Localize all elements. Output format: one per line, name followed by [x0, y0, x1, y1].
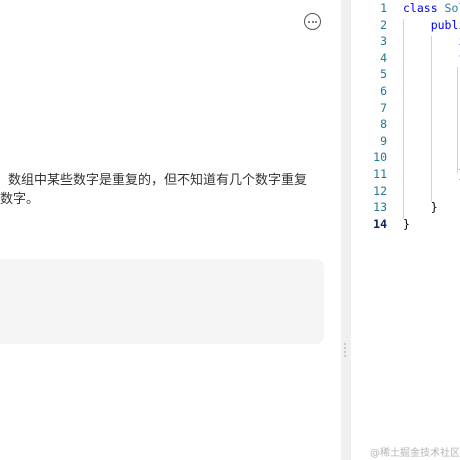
example-block [0, 259, 324, 344]
code-line[interactable] [403, 133, 460, 150]
line-number: 7 [380, 100, 387, 115]
code-token: f [403, 50, 460, 65]
dot [311, 20, 314, 23]
code-line[interactable]: i [403, 33, 460, 50]
code-editor[interactable]: 1234567891011121314 class Sol publi i f … [351, 0, 460, 460]
drag-handle-icon[interactable] [344, 343, 347, 357]
line-number: 10 [373, 150, 387, 165]
code-token: } [403, 166, 460, 181]
line-number: 3 [380, 34, 387, 49]
code-line[interactable] [403, 149, 460, 166]
code-token: class [403, 1, 445, 15]
line-number: 2 [380, 17, 387, 32]
code-token: } [403, 216, 410, 231]
pane-divider[interactable] [341, 0, 351, 460]
dot [344, 347, 346, 349]
line-number: 9 [380, 133, 387, 148]
line-number: 6 [380, 83, 387, 98]
watermark: @稀土掘金技术社区 [370, 448, 460, 459]
code-line[interactable]: publi [403, 17, 460, 34]
code-token: Sol [444, 1, 460, 15]
line-number: 11 [373, 166, 387, 181]
code-content[interactable]: class Sol publi i f } r }} [403, 0, 460, 232]
code-line[interactable]: class Sol [403, 0, 460, 17]
line-number: 8 [380, 117, 387, 132]
line-number: 5 [380, 67, 387, 82]
problem-pane: 数组中某些数字是重复的，但不知道有几个数字重复 数字。 [0, 0, 341, 460]
code-line[interactable]: } [403, 216, 460, 233]
dot [344, 343, 346, 345]
code-line[interactable] [403, 100, 460, 117]
line-number: 12 [373, 183, 387, 198]
dot [308, 20, 311, 23]
line-number: 13 [373, 200, 387, 215]
code-token: } [403, 200, 438, 215]
description-line: 数组中某些数字是重复的，但不知道有几个数字重复 [8, 173, 308, 188]
code-line[interactable]: } [403, 166, 460, 183]
code-line[interactable]: r [403, 183, 460, 200]
line-number: 4 [380, 50, 387, 65]
code-token: publi [403, 17, 460, 32]
description-line: 数字。 [0, 192, 40, 207]
code-token: i [403, 34, 460, 49]
dot [344, 351, 346, 353]
code-line[interactable] [403, 83, 460, 100]
line-number: 1 [380, 1, 387, 15]
code-line[interactable] [403, 66, 460, 83]
code-line[interactable]: f [403, 50, 460, 67]
problem-description: 数组中某些数字是重复的，但不知道有几个数字重复 数字。 [0, 171, 326, 209]
line-number: 14 [373, 216, 387, 231]
more-options-icon[interactable] [304, 13, 321, 30]
code-token: r [403, 183, 460, 198]
code-line[interactable] [403, 116, 460, 133]
code-line[interactable]: } [403, 199, 460, 216]
line-number-gutter: 1 2 3 4 5 6 7 8 9 10 11 12 13 14 [351, 0, 391, 232]
dot [315, 20, 318, 23]
dot [344, 355, 346, 357]
